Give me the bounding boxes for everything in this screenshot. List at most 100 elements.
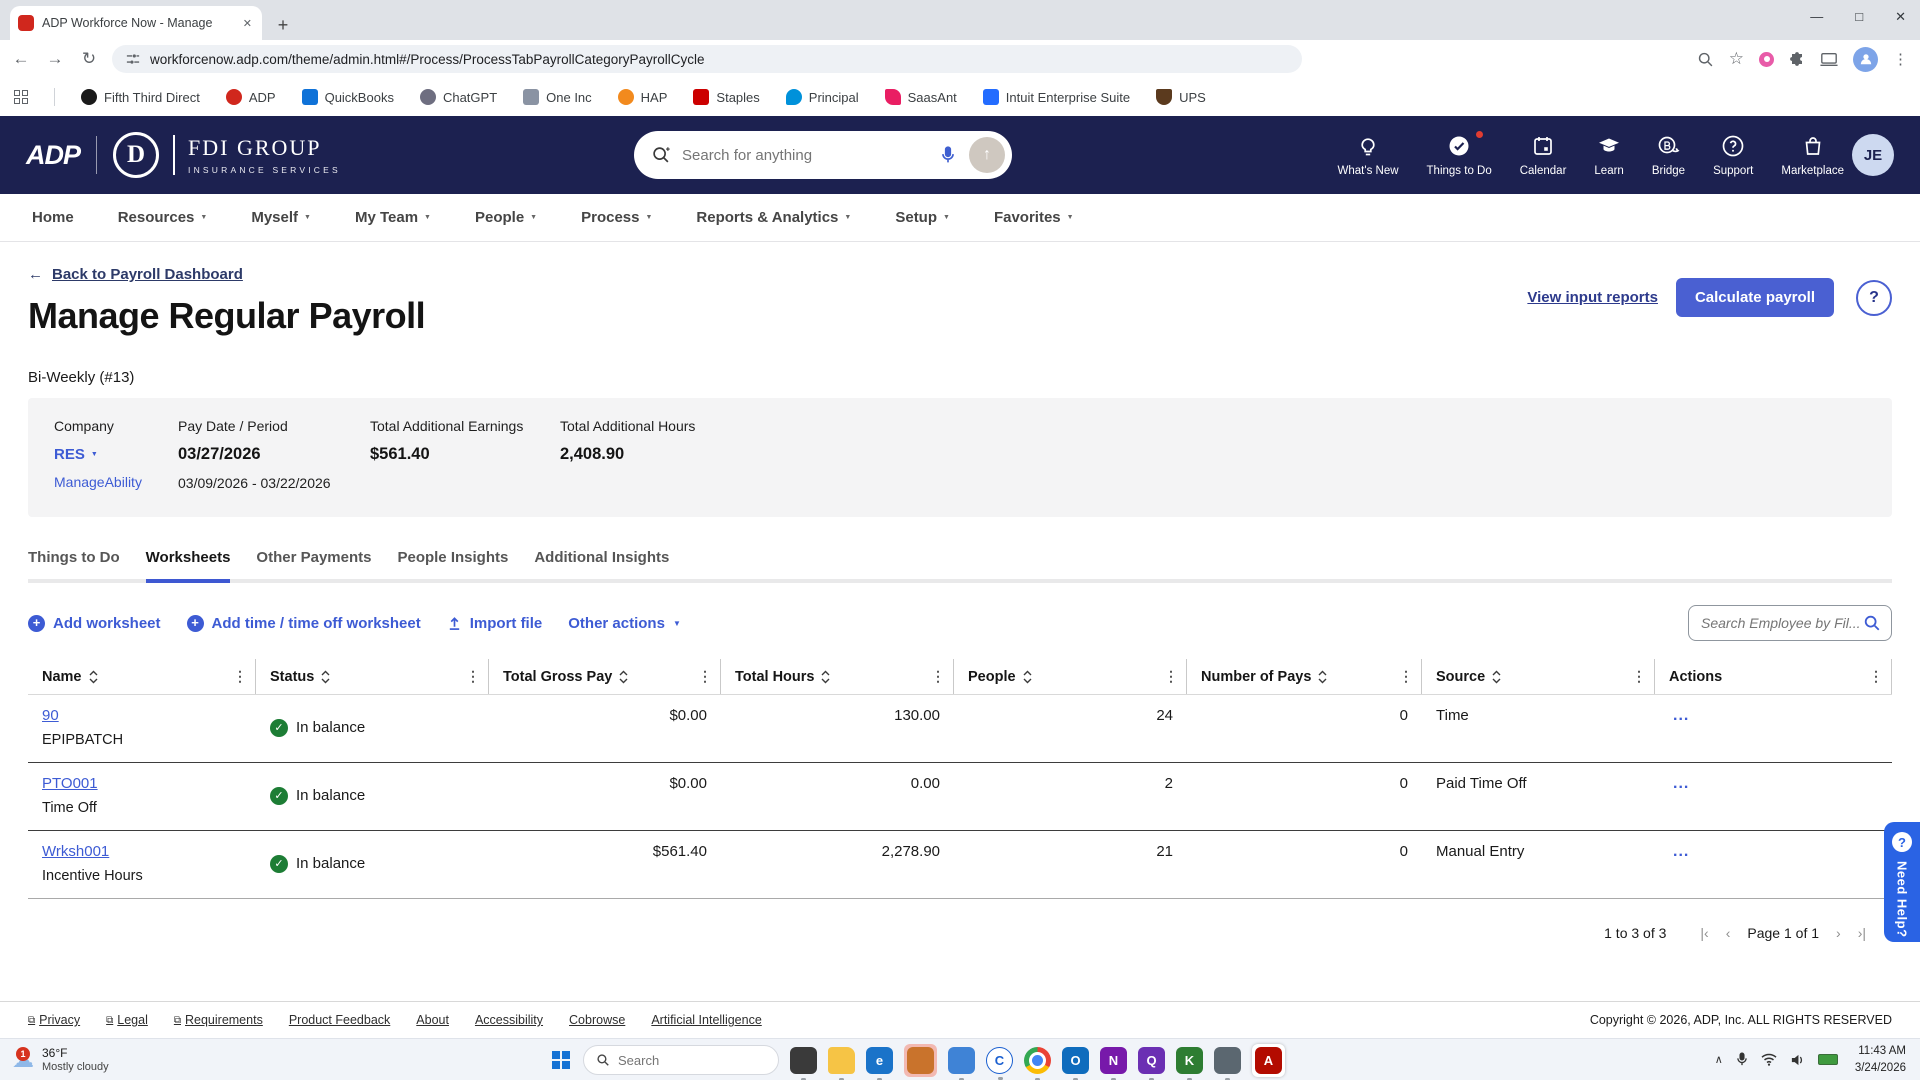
- zoom-indicator-icon[interactable]: [1697, 51, 1714, 68]
- bookmark-intuit[interactable]: Intuit Enterprise Suite: [982, 89, 1130, 105]
- column-header-source[interactable]: Source ⋮: [1422, 659, 1655, 694]
- footer-about-link[interactable]: About: [416, 1013, 449, 1027]
- bookmark-adp[interactable]: ADP: [225, 89, 276, 105]
- column-header-number-of-pays[interactable]: Number of Pays ⋮: [1187, 659, 1422, 694]
- nav-resources[interactable]: Resources ▼: [118, 209, 208, 226]
- tab-other-payments[interactable]: Other Payments: [256, 549, 371, 583]
- calendar-button[interactable]: Calendar: [1520, 134, 1566, 177]
- bookmark-fifth-third[interactable]: Fifth Third Direct: [81, 89, 200, 105]
- column-header-total-hours[interactable]: Total Hours ⋮: [721, 659, 954, 694]
- url-bar[interactable]: workforcenow.adp.com/theme/admin.html#/P…: [112, 45, 1302, 73]
- back-button[interactable]: ←: [10, 49, 32, 69]
- last-page-button[interactable]: ›|: [1858, 925, 1866, 941]
- taskbar-app-alert-wrap[interactable]: [904, 1043, 937, 1077]
- things-to-do-button[interactable]: Things to Do: [1427, 129, 1492, 177]
- search-submit-button[interactable]: ↑: [969, 137, 1005, 173]
- taskbar-app-acrobat[interactable]: A: [1255, 1046, 1282, 1074]
- view-input-reports-link[interactable]: View input reports: [1527, 289, 1658, 306]
- whats-new-button[interactable]: What's New: [1338, 134, 1399, 177]
- nav-setup[interactable]: Setup ▼: [895, 209, 950, 226]
- column-menu-icon[interactable]: ⋮: [1399, 668, 1413, 685]
- taskbar-app-outlook[interactable]: O: [1062, 1046, 1089, 1080]
- bookmark-chatgpt[interactable]: ChatGPT: [419, 89, 497, 105]
- row-actions-menu[interactable]: ...: [1655, 695, 1892, 762]
- pink-extension-icon[interactable]: [1759, 51, 1774, 67]
- column-menu-icon[interactable]: ⋮: [1164, 668, 1178, 685]
- footer-legal-link[interactable]: ⧉ Legal: [106, 1013, 148, 1027]
- taskbar-app-file-explorer[interactable]: [828, 1046, 855, 1080]
- row-actions-menu[interactable]: ...: [1655, 763, 1892, 830]
- learn-button[interactable]: Learn: [1594, 134, 1624, 177]
- taskbar-app-notes[interactable]: [790, 1046, 817, 1080]
- global-search-input[interactable]: [682, 146, 927, 164]
- worksheet-name-link[interactable]: 90: [42, 707, 59, 724]
- column-header-name[interactable]: Name ⋮: [28, 659, 256, 694]
- marketplace-button[interactable]: Marketplace: [1781, 134, 1844, 177]
- column-menu-icon[interactable]: ⋮: [1869, 668, 1883, 685]
- bookmark-star-icon[interactable]: ☆: [1729, 49, 1744, 69]
- employee-search-box[interactable]: [1688, 605, 1892, 641]
- tab-worksheets[interactable]: Worksheets: [145, 549, 231, 583]
- footer-accessibility-link[interactable]: Accessibility: [475, 1013, 543, 1027]
- search-icon[interactable]: [1863, 614, 1881, 632]
- tab-additional-insights[interactable]: Additional Insights: [534, 549, 669, 583]
- bookmark-principal[interactable]: Principal: [785, 89, 859, 105]
- tab-people-insights[interactable]: People Insights: [397, 549, 508, 583]
- taskbar-search-box[interactable]: [583, 1045, 779, 1075]
- bookmark-ups[interactable]: UPS: [1156, 89, 1206, 105]
- need-help-tab[interactable]: ? Need Help?: [1884, 822, 1920, 942]
- nav-process[interactable]: Process ▼: [581, 209, 652, 226]
- bookmark-saasant[interactable]: SaasAnt: [884, 89, 957, 105]
- nav-my-team[interactable]: My Team ▼: [355, 209, 431, 226]
- column-menu-icon[interactable]: ⋮: [233, 668, 247, 685]
- company-code-dropdown[interactable]: RES ▼: [54, 446, 178, 463]
- calculate-payroll-button[interactable]: Calculate payroll: [1675, 278, 1834, 317]
- forward-button[interactable]: →: [44, 49, 66, 69]
- apps-grid-icon[interactable]: [14, 90, 28, 104]
- nav-reports-analytics[interactable]: Reports & Analytics ▼: [696, 209, 851, 226]
- tray-volume-icon[interactable]: [1790, 1053, 1805, 1067]
- taskbar-app-acrobat-wrap[interactable]: A: [1252, 1043, 1285, 1080]
- import-file-button[interactable]: Import file: [447, 615, 542, 632]
- footer-requirements-link[interactable]: ⧉ Requirements: [174, 1013, 263, 1027]
- nav-people[interactable]: People ▼: [475, 209, 537, 226]
- column-menu-icon[interactable]: ⋮: [466, 668, 480, 685]
- first-page-button[interactable]: |‹: [1700, 925, 1708, 941]
- bookmark-staples[interactable]: Staples: [693, 89, 760, 105]
- employee-search-input[interactable]: [1701, 615, 1863, 631]
- worksheet-name-link[interactable]: PTO001: [42, 775, 98, 792]
- new-tab-button[interactable]: +: [270, 10, 296, 40]
- cast-device-icon[interactable]: [1820, 52, 1838, 67]
- taskbar-app-chrome[interactable]: [1024, 1046, 1051, 1080]
- column-menu-icon[interactable]: ⋮: [931, 668, 945, 685]
- footer-cobrowse-link[interactable]: Cobrowse: [569, 1013, 625, 1027]
- browser-menu-icon[interactable]: ⋮: [1893, 50, 1908, 68]
- next-page-button[interactable]: ›: [1836, 925, 1841, 941]
- taskbar-clock[interactable]: 11:43 AM 3/24/2026: [1855, 1043, 1906, 1075]
- nav-favorites[interactable]: Favorites ▼: [994, 209, 1074, 226]
- global-search-bar[interactable]: ↑: [634, 131, 1012, 179]
- browser-tab[interactable]: ADP Workforce Now - Manage ✕: [10, 6, 262, 40]
- other-actions-dropdown[interactable]: Other actions ▼: [568, 615, 681, 632]
- taskbar-search-input[interactable]: [618, 1052, 738, 1068]
- help-icon[interactable]: ?: [1856, 279, 1892, 316]
- tray-wifi-icon[interactable]: [1761, 1053, 1777, 1066]
- taskbar-app-copilot[interactable]: C: [986, 1046, 1013, 1080]
- company-name-link[interactable]: ManageAbility: [54, 474, 178, 490]
- bookmark-quickbooks[interactable]: QuickBooks: [301, 89, 394, 105]
- column-header-gross-pay[interactable]: Total Gross Pay ⋮: [489, 659, 721, 694]
- add-time-worksheet-button[interactable]: + Add time / time off worksheet: [186, 614, 421, 632]
- column-menu-icon[interactable]: ⋮: [698, 668, 712, 685]
- taskbar-app-onenote[interactable]: N: [1100, 1046, 1127, 1080]
- taskbar-app-edge[interactable]: e: [866, 1046, 893, 1080]
- previous-page-button[interactable]: ‹: [1726, 925, 1731, 941]
- tray-battery-icon[interactable]: [1817, 1054, 1838, 1065]
- start-button[interactable]: [552, 1051, 570, 1069]
- column-header-status[interactable]: Status ⋮: [256, 659, 489, 694]
- nav-myself[interactable]: Myself ▼: [251, 209, 311, 226]
- support-button[interactable]: Support: [1713, 134, 1753, 177]
- taskbar-app-alert[interactable]: [907, 1046, 934, 1074]
- bookmark-hap[interactable]: HAP: [617, 89, 667, 105]
- window-minimize-button[interactable]: —: [1810, 9, 1823, 25]
- column-menu-icon[interactable]: ⋮: [1632, 668, 1646, 685]
